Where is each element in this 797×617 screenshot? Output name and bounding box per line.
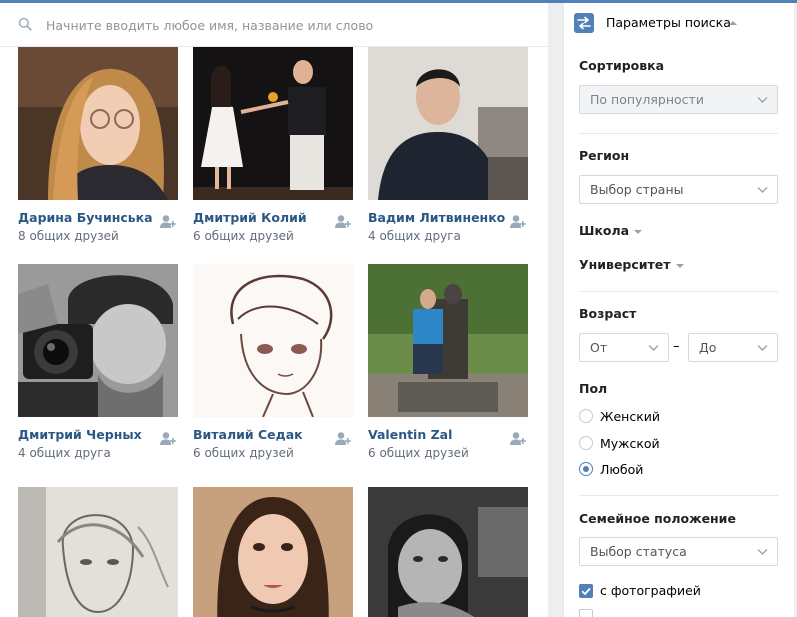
- collapse-caret-icon[interactable]: [729, 21, 737, 25]
- mutual-friends[interactable]: 6 общих друзей: [368, 446, 469, 460]
- search-params-header[interactable]: Параметры поиска: [564, 3, 794, 43]
- marital-label: Семейное положение: [579, 511, 736, 526]
- radio-button[interactable]: [579, 436, 593, 450]
- age-range-dash: –: [673, 339, 680, 354]
- university-label: Университет: [579, 257, 671, 272]
- school-toggle[interactable]: Школа: [579, 223, 643, 238]
- person-photo[interactable]: [18, 264, 178, 417]
- search-icon: [18, 17, 32, 31]
- with-photo-checkbox[interactable]: с фотографией: [579, 583, 701, 598]
- person-photo[interactable]: [18, 47, 178, 200]
- person-card: [18, 487, 178, 617]
- sort-label: Сортировка: [579, 58, 665, 73]
- age-to-select[interactable]: До: [688, 333, 778, 362]
- chevron-down-icon: [757, 187, 768, 193]
- person-card: [193, 487, 353, 617]
- add-friend-icon[interactable]: [159, 431, 177, 447]
- person-name[interactable]: Valentin Zal: [368, 427, 452, 442]
- mutual-friends[interactable]: 6 общих друзей: [193, 446, 294, 460]
- person-card: Valentin Zal 6 общих друзей: [368, 264, 528, 460]
- add-friend-icon[interactable]: [159, 214, 177, 230]
- mutual-friends[interactable]: 6 общих друзей: [193, 229, 294, 243]
- divider: [579, 133, 778, 134]
- chevron-down-icon: [648, 345, 659, 351]
- person-photo[interactable]: [193, 264, 353, 417]
- mutual-friends[interactable]: 4 общих друга: [368, 229, 461, 243]
- filter-icon: [574, 13, 594, 33]
- checkbox-label[interactable]: с фотографией: [600, 583, 701, 598]
- person-photo[interactable]: [18, 487, 178, 617]
- search-results-panel: Дарина Бучинська 8 общих друзей: [0, 3, 548, 617]
- expand-caret-icon: [675, 263, 684, 268]
- person-card: [368, 487, 528, 617]
- person-card: Дмитрий Колий 6 общих друзей: [193, 47, 353, 243]
- search-bar: [0, 3, 548, 47]
- school-label: Школа: [579, 223, 630, 238]
- radio-label[interactable]: Мужской: [600, 436, 660, 451]
- gender-label: Пол: [579, 381, 608, 396]
- age-from-select[interactable]: От: [579, 333, 669, 362]
- radio-label[interactable]: Женский: [600, 409, 660, 424]
- age-to-value: До: [699, 340, 717, 355]
- person-name[interactable]: Дмитрий Черных: [18, 427, 142, 442]
- add-friend-icon[interactable]: [334, 431, 352, 447]
- mutual-friends[interactable]: 4 общих друга: [18, 446, 111, 460]
- age-label: Возраст: [579, 306, 637, 321]
- person-card: Дмитрий Черных 4 общих друга: [18, 264, 178, 460]
- country-select-value: Выбор страны: [590, 182, 684, 197]
- divider: [579, 291, 778, 292]
- checkbox-unchecked-icon[interactable]: [579, 609, 593, 617]
- mutual-friends[interactable]: 8 общих друзей: [18, 229, 119, 243]
- person-photo[interactable]: [193, 487, 353, 617]
- person-name[interactable]: Дмитрий Колий: [193, 210, 307, 225]
- add-friend-icon[interactable]: [509, 214, 527, 230]
- person-photo[interactable]: [193, 47, 353, 200]
- radio-button[interactable]: [579, 409, 593, 423]
- person-card: Виталий Седак 6 общих друзей: [193, 264, 353, 460]
- chevron-down-icon: [757, 97, 768, 103]
- add-friend-icon[interactable]: [334, 214, 352, 230]
- sort-select[interactable]: По популярности: [579, 85, 778, 114]
- sort-select-value: По популярности: [590, 92, 704, 107]
- country-select[interactable]: Выбор страны: [579, 175, 778, 204]
- person-name[interactable]: Дарина Бучинська: [18, 210, 153, 225]
- search-params-title[interactable]: Параметры поиска: [606, 15, 731, 30]
- person-photo[interactable]: [368, 264, 528, 417]
- person-card: Вадим Литвиненко 4 общих друга: [368, 47, 528, 243]
- person-photo[interactable]: [368, 47, 528, 200]
- chevron-down-icon: [757, 345, 768, 351]
- marital-select-value: Выбор статуса: [590, 544, 687, 559]
- region-label: Регион: [579, 148, 630, 163]
- app-window: Дарина Бучинська 8 общих друзей: [0, 0, 797, 617]
- search-input[interactable]: [46, 13, 536, 37]
- radio-label[interactable]: Любой: [600, 462, 643, 477]
- age-from-value: От: [590, 340, 608, 355]
- marital-select[interactable]: Выбор статуса: [579, 537, 778, 566]
- gender-radio-male[interactable]: Мужской: [579, 434, 660, 452]
- radio-button-selected[interactable]: [579, 462, 593, 476]
- gender-radio-female[interactable]: Женский: [579, 407, 660, 425]
- person-photo[interactable]: [368, 487, 528, 617]
- university-toggle[interactable]: Университет: [579, 257, 684, 272]
- gender-radio-any[interactable]: Любой: [579, 460, 643, 478]
- checkbox-checked-icon[interactable]: [579, 583, 593, 598]
- search-params-panel: Параметры поиска Сортировка По популярно…: [563, 3, 794, 617]
- person-name[interactable]: Виталий Седак: [193, 427, 303, 442]
- add-friend-icon[interactable]: [509, 431, 527, 447]
- person-name[interactable]: Вадим Литвиненко: [368, 210, 505, 225]
- checkbox-partial[interactable]: [579, 609, 593, 617]
- chevron-down-icon: [757, 549, 768, 555]
- expand-caret-icon: [634, 229, 643, 234]
- divider: [579, 495, 778, 496]
- person-card: Дарина Бучинська 8 общих друзей: [18, 47, 178, 243]
